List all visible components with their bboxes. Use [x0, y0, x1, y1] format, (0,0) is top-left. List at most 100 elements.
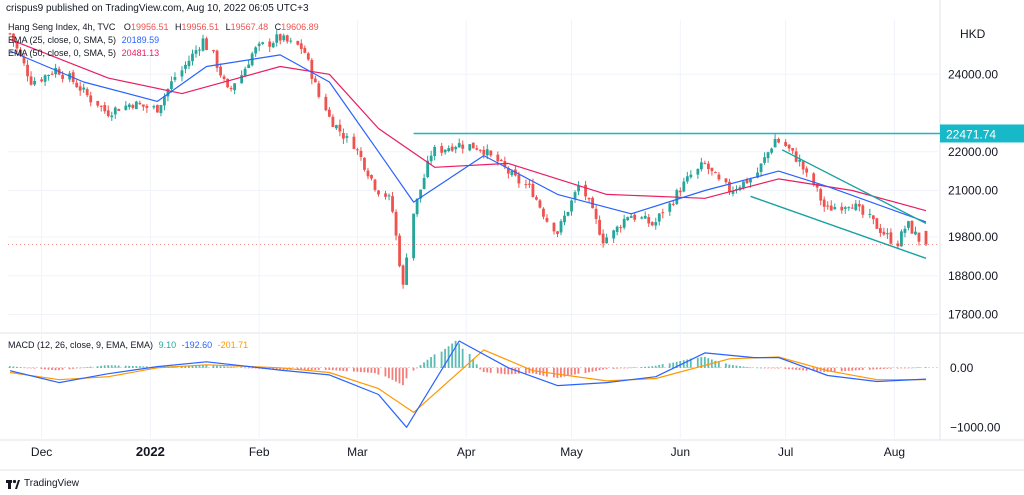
candle-body — [640, 217, 644, 219]
legend-high: 19956.51 — [181, 22, 220, 32]
candle-body — [373, 179, 377, 190]
legend-open-label: O — [123, 22, 131, 32]
candle-body — [854, 203, 858, 211]
histogram-bar — [205, 365, 208, 368]
histogram-bar — [903, 367, 906, 369]
candle-body — [233, 83, 237, 91]
histogram-bar — [96, 366, 99, 368]
candle-body — [643, 215, 647, 219]
histogram-bar — [907, 367, 910, 369]
legend-ema50-value: 20481.13 — [121, 48, 160, 58]
histogram-bar — [777, 367, 780, 369]
histogram-bar — [317, 367, 320, 370]
histogram-bar — [44, 367, 46, 370]
candle-body — [296, 41, 300, 45]
candle-body — [89, 95, 93, 103]
histogram-bar — [451, 343, 454, 368]
histogram-bar — [440, 351, 443, 368]
candle-body — [615, 226, 619, 232]
histogram-bar — [925, 367, 927, 368]
time-tick-label: 2022 — [136, 444, 165, 459]
histogram-bar — [359, 367, 362, 373]
chart-canvas[interactable]: 22471.74 HKD 24000.00 22000.00 21000.00 1980… — [0, 0, 1024, 495]
candle-body — [914, 231, 917, 235]
candle-body — [710, 167, 714, 172]
time-tick-label: Jul — [778, 445, 793, 459]
legend-main[interactable]: Hang Seng Index, 4h, TVC O19956.51 H1995… — [8, 22, 319, 32]
histogram-bar — [847, 367, 850, 371]
candle-body — [770, 148, 773, 153]
histogram-bar — [802, 367, 804, 371]
candle-body — [577, 185, 580, 192]
histogram-bar — [72, 367, 74, 369]
candle-body — [717, 174, 721, 180]
price-tick-label: 24000.00 — [948, 67, 998, 81]
candle-body — [707, 163, 710, 170]
candle-body — [247, 64, 251, 69]
candle-body — [363, 157, 366, 170]
histogram-bar — [861, 367, 864, 370]
footer-brand: TradingView — [24, 478, 80, 489]
candle-body — [401, 265, 405, 285]
tradingview-footer[interactable]: TradingView — [6, 478, 79, 489]
candle-body — [433, 146, 437, 156]
candle-body — [805, 168, 809, 173]
legend-macd-hist: 9.10 — [158, 340, 177, 350]
histogram-bar — [917, 367, 920, 369]
candle-body — [885, 233, 889, 235]
candle-body — [654, 222, 658, 226]
candle-body — [391, 196, 394, 212]
histogram-bar — [461, 348, 464, 368]
macd-pane[interactable] — [8, 340, 938, 428]
candle-body — [113, 107, 117, 115]
candle-body — [268, 41, 272, 47]
candle-body — [43, 75, 47, 82]
histogram-bar — [110, 365, 113, 368]
candle-body — [299, 43, 303, 49]
candle-body — [682, 181, 686, 192]
histogram-bar — [135, 366, 138, 368]
histogram-bar — [735, 365, 738, 368]
candle-body — [289, 40, 293, 42]
candle-body — [191, 53, 194, 62]
histogram-bar — [503, 367, 506, 375]
candle-body — [678, 190, 682, 193]
histogram-bar — [798, 367, 801, 371]
candle-body — [412, 213, 416, 259]
histogram-bar — [640, 367, 643, 368]
histogram-bar — [219, 366, 222, 368]
candle-body — [745, 180, 749, 184]
candle-body — [405, 257, 408, 285]
candle-body — [99, 105, 103, 107]
candle-body — [699, 162, 703, 170]
candle-body — [840, 206, 844, 211]
histogram-bar — [244, 367, 246, 369]
histogram-bar — [388, 367, 390, 379]
price-pane[interactable]: 22471.74 — [8, 30, 1024, 289]
candle-body — [777, 138, 780, 143]
tradingview-logo-icon — [6, 479, 20, 489]
histogram-bar — [324, 367, 327, 370]
histogram-bar — [384, 367, 387, 377]
candle-body — [254, 47, 258, 54]
histogram-bar — [310, 367, 313, 370]
histogram-bar — [398, 367, 401, 384]
histogram-bar — [784, 367, 787, 369]
histogram-bar — [602, 367, 604, 370]
resistance-label: 22471.74 — [946, 127, 996, 141]
legend-ema50[interactable]: EMA (50, close, 0, SMA, 5) 20481.13 — [8, 48, 159, 58]
candle-body — [552, 222, 556, 232]
histogram-bar — [430, 357, 432, 368]
candle-body — [878, 228, 882, 233]
candle-body — [528, 183, 531, 185]
legend-macd[interactable]: MACD (12, 26, close, 9, EMA, EMA) 9.10 -… — [8, 340, 248, 350]
candle-body — [138, 102, 142, 105]
histogram-bar — [212, 365, 215, 368]
candle-body — [110, 115, 114, 118]
time-tick-label: Apr — [457, 445, 476, 459]
histogram-bar — [612, 367, 615, 369]
candle-body — [117, 108, 121, 111]
legend-ema25[interactable]: EMA (25, close, 0, SMA, 5) 20189.59 — [8, 35, 159, 45]
histogram-bar — [696, 357, 699, 368]
candle-body — [784, 142, 788, 147]
